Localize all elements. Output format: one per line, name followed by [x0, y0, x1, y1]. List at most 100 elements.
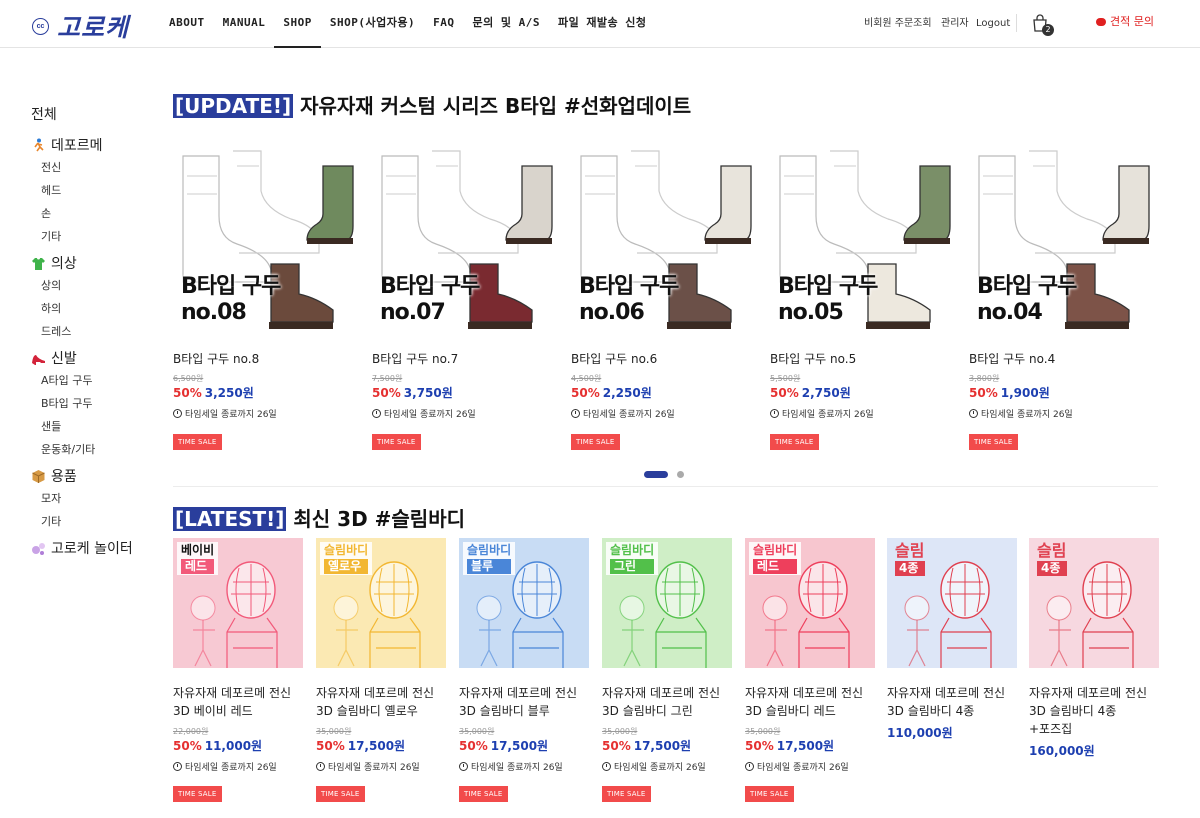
sale-price: 50% 3,750원 [372, 384, 453, 401]
sidebar-cat-shoes[interactable]: 신발 [31, 347, 161, 369]
site-logo[interactable]: cc 고로케 [32, 8, 129, 44]
time-sale-badge: TIME SALE [571, 434, 620, 450]
product-name[interactable]: 자유자재 데포르메 전신 3D 베이비 레드 [173, 684, 305, 720]
sidebar-sub-dress[interactable]: 드레스 [31, 320, 161, 343]
product-card[interactable]: B타입 구두 no.08 B타입 구두 no.8 6,500원 50% 3,250원 타임세… [173, 146, 359, 456]
sidebar-sub-top[interactable]: 상의 [31, 274, 161, 297]
product-image-label: 슬림바디 옐로우 [320, 542, 373, 575]
sidebar-sub-bottom[interactable]: 하의 [31, 297, 161, 320]
product-thumbnail[interactable]: B타입 구두 no.08 [173, 146, 359, 338]
sidebar-sub-hand[interactable]: 손 [31, 202, 161, 225]
product-thumbnail[interactable]: B타입 구두 no.04 [969, 146, 1155, 338]
nav-about[interactable]: ABOUT [160, 0, 214, 48]
product-card[interactable]: B타입 구두 no.04 B타입 구두 no.4 3,800원 50% 1,900원 타임세… [969, 146, 1155, 456]
product-card[interactable]: 슬림 4종 자유자재 데포르메 전신 3D 슬림바디 4종 +포즈집 160,000원 [1029, 538, 1161, 808]
timer-text: 타임세일 종료까지 26일 [185, 763, 277, 773]
product-card[interactable]: B타입 구두 no.05 B타입 구두 no.5 5,500원 50% 2,750원 타임세… [770, 146, 956, 456]
product-name[interactable]: 자유자재 데포르메 전신 3D 슬림바디 그린 [602, 684, 734, 720]
sidebar-sub-sneakers[interactable]: 운동화/기타 [31, 438, 161, 461]
product-card[interactable]: 베이비 레드 자유자재 데포르메 전신 3D 베이비 레드 22,000원 50% 11,0… [173, 538, 305, 808]
product-name[interactable]: B타입 구두 no.4 [969, 350, 1055, 368]
sidebar-sub-fullbody[interactable]: 전신 [31, 156, 161, 179]
time-sale-badge: TIME SALE [316, 786, 365, 802]
product-name[interactable]: B타입 구두 no.7 [372, 350, 458, 368]
cart-count-badge: 2 [1042, 24, 1054, 36]
original-price: 6,500원 [173, 374, 204, 383]
product-card[interactable]: 슬림바디 옐로우자유자재 데포르메 전신 3D 슬림바디 옐로우 35,000원 50%… [316, 538, 448, 808]
discount-rate: 50% [316, 739, 345, 753]
product-thumbnail[interactable]: B타입 구두 no.06 [571, 146, 757, 338]
product-name[interactable]: 자유자재 데포르메 전신 3D 슬림바디 블루 [459, 684, 591, 720]
high-heel-icon [32, 354, 45, 365]
sidebar-sub-a-type-shoes[interactable]: A타입 구두 [31, 369, 161, 392]
timer-text: 타임세일 종료까지 26일 [757, 763, 849, 773]
timer-text: 타임세일 종료까지 26일 [981, 410, 1073, 420]
sidebar-cat-deforme[interactable]: 데포르메 [31, 134, 161, 156]
product-image-label: B타입 구두 no.08 [181, 274, 281, 325]
nav-shop-business[interactable]: SHOP(사업자용) [321, 0, 424, 48]
product-thumbnail[interactable]: 슬림바디 그린 [602, 538, 732, 668]
sale-price: 50% 17,500원 [602, 737, 691, 754]
carousel-dot-active[interactable] [644, 471, 668, 478]
product-thumbnail[interactable]: 베이비 레드 [173, 538, 303, 668]
sidebar-sub-goods-etc[interactable]: 기타 [31, 510, 161, 533]
original-price: 35,000원 [745, 727, 781, 736]
original-price: 35,000원 [602, 727, 638, 736]
product-name[interactable]: 자유자재 데포르메 전신 3D 슬림바디 4종 [887, 684, 1019, 720]
product-thumbnail[interactable]: 슬림 4종 [1029, 538, 1159, 668]
original-price: 22,000원 [173, 727, 209, 736]
nav-faq[interactable]: FAQ [424, 0, 463, 48]
original-price: 35,000원 [316, 727, 352, 736]
sidebar-cat-playground[interactable]: 고로케 놀이터 [31, 537, 161, 559]
quote-inquiry-link[interactable]: 견적 문의 [1096, 0, 1154, 44]
product-card[interactable]: 슬림바디 블루 자유자재 데포르메 전신 3D 슬림바디 블루 35,000원 50% 17… [459, 538, 591, 808]
nav-inquiry-as[interactable]: 문의 및 A/S [463, 0, 548, 48]
sidebar-sub-b-type-shoes[interactable]: B타입 구두 [31, 392, 161, 415]
sidebar-cat-clothes[interactable]: 의상 [31, 252, 161, 274]
product-name[interactable]: 자유자재 데포르메 전신 3D 슬림바디 4종 +포즈집 [1029, 684, 1161, 738]
cart-button[interactable]: 2 [1032, 14, 1054, 36]
sidebar-cat-goods[interactable]: 용품 [31, 465, 161, 487]
product-card[interactable]: 슬림바디 그린자유자재 데포르메 전신 3D 슬림바디 그린 35,000원 50% 17… [602, 538, 734, 808]
product-card[interactable]: B타입 구두 no.07 B타입 구두 no.7 7,500원 50% 3,750원 타임세… [372, 146, 558, 456]
package-icon [32, 469, 45, 483]
guest-order-link[interactable]: 비회원 주문조회 [864, 0, 932, 48]
product-thumbnail[interactable]: B타입 구두 no.05 [770, 146, 956, 338]
nav-shop[interactable]: SHOP [274, 0, 321, 48]
product-thumbnail[interactable]: 슬림바디 옐로우 [316, 538, 446, 668]
sidebar-sub-head[interactable]: 헤드 [31, 179, 161, 202]
product-thumbnail[interactable]: 슬림 4종 [887, 538, 1017, 668]
nav-file-resend[interactable]: 파일 재발송 신청 [549, 0, 656, 48]
price-value: 3,750원 [403, 386, 453, 400]
product-thumbnail[interactable]: 슬림바디 레드 [745, 538, 875, 668]
carousel-dot[interactable] [677, 471, 684, 478]
product-name[interactable]: B타입 구두 no.5 [770, 350, 856, 368]
sidebar-cat-label: 데포르메 [51, 138, 103, 154]
running-figure-icon [34, 138, 44, 151]
product-thumbnail[interactable]: B타입 구두 no.07 [372, 146, 558, 338]
update-title-text: 자유자재 커스텀 시리즈 B타입 #선화업데이트 [293, 94, 692, 118]
admin-link[interactable]: 관리자 [941, 0, 969, 48]
carousel-pager [644, 471, 684, 478]
sidebar-all[interactable]: 전체 [31, 104, 161, 124]
product-name[interactable]: B타입 구두 no.8 [173, 350, 259, 368]
price-value: 17,500원 [347, 739, 406, 753]
product-card[interactable]: 슬림 4종 자유자재 데포르메 전신 3D 슬림바디 4종 110,000원 [887, 538, 1019, 808]
product-thumbnail[interactable]: 슬림바디 블루 [459, 538, 589, 668]
timer-text: 타임세일 종료까지 26일 [614, 763, 706, 773]
category-sidebar: 전체 데포르메 전신 헤드 손 기타 의상 상의 하의 드레스 신발 A타입 구… [31, 104, 161, 559]
original-price: 5,500원 [770, 374, 801, 383]
sidebar-sub-sandals[interactable]: 샌들 [31, 415, 161, 438]
sidebar-sub-hat[interactable]: 모자 [31, 487, 161, 510]
nav-manual[interactable]: MANUAL [214, 0, 275, 48]
logout-link[interactable]: Logout [976, 0, 1010, 48]
product-card[interactable]: B타입 구두 no.06 B타입 구두 no.6 4,500원 50% 2,250원 타임세… [571, 146, 757, 456]
update-section-title: [UPDATE!] 자유자재 커스텀 시리즈 B타입 #선화업데이트 [173, 90, 691, 119]
product-name[interactable]: 자유자재 데포르메 전신 3D 슬림바디 옐로우 [316, 684, 448, 720]
product-card[interactable]: 슬림바디 레드 자유자재 데포르메 전신 3D 슬림바디 레드 35,000원 50% 17… [745, 538, 877, 808]
product-name[interactable]: 자유자재 데포르메 전신 3D 슬림바디 레드 [745, 684, 877, 720]
product-name[interactable]: B타입 구두 no.6 [571, 350, 657, 368]
discount-rate: 50% [173, 386, 202, 400]
sidebar-sub-etc[interactable]: 기타 [31, 225, 161, 248]
product-image-label: B타입 구두 no.05 [778, 274, 878, 325]
